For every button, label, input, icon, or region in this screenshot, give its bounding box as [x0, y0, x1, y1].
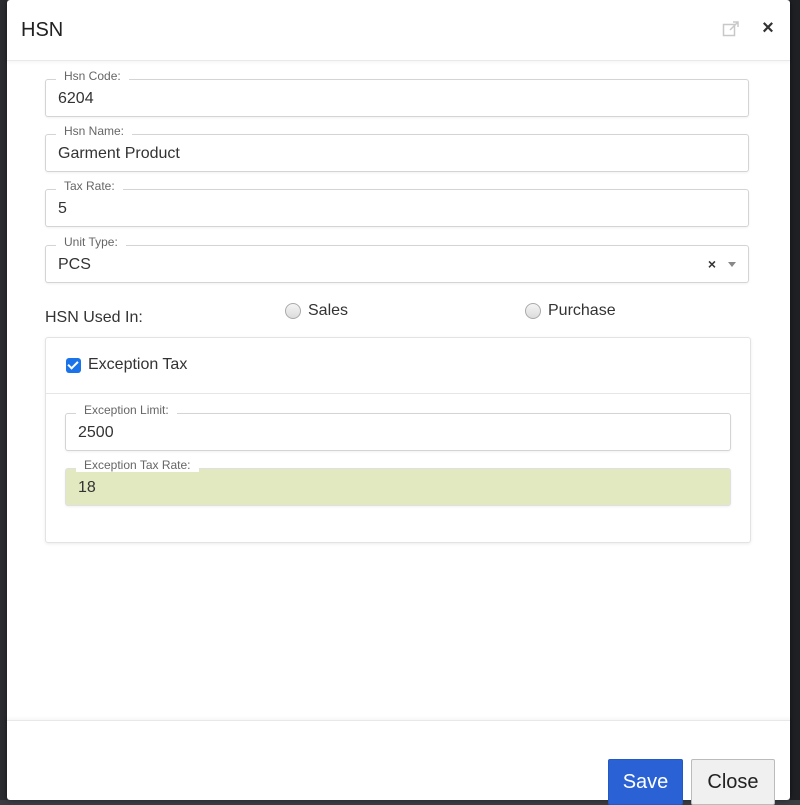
- save-button[interactable]: Save: [608, 759, 683, 805]
- hsn-code-value: 6204: [58, 90, 94, 107]
- hsn-used-in-label: HSN Used In:: [45, 309, 143, 326]
- exception-tax-rate-label: Exception Tax Rate:: [76, 458, 199, 472]
- chevron-down-icon[interactable]: [728, 262, 736, 267]
- backdrop-left: [0, 0, 7, 800]
- exception-limit-value: 2500: [78, 424, 114, 441]
- backdrop-right: [790, 0, 800, 800]
- unit-type-select[interactable]: Unit Type: PCS ×: [45, 235, 749, 283]
- sales-radio-label[interactable]: Sales: [308, 302, 348, 320]
- unit-type-value: PCS: [58, 256, 91, 273]
- tax-rate-value: 5: [58, 200, 67, 217]
- exception-tax-label[interactable]: Exception Tax: [88, 356, 187, 374]
- close-icon[interactable]: ×: [757, 17, 779, 39]
- hsn-name-label: Hsn Name:: [56, 124, 133, 138]
- modal-title: HSN: [21, 19, 64, 41]
- hsn-code-label: Hsn Code:: [56, 69, 129, 83]
- exception-limit-field[interactable]: Exception Limit: 2500: [65, 403, 731, 451]
- clear-selection-icon[interactable]: ×: [708, 256, 716, 272]
- purchase-radio[interactable]: [525, 303, 541, 319]
- modal-header: HSN ×: [7, 0, 790, 61]
- panel-divider: [46, 393, 750, 394]
- external-link-icon[interactable]: [722, 20, 740, 38]
- check-icon: [67, 358, 79, 370]
- hsn-name-value: Garment Product: [58, 145, 180, 162]
- exception-tax-rate-field[interactable]: Exception Tax Rate: 18: [65, 458, 731, 506]
- hsn-name-field[interactable]: Hsn Name: Garment Product: [45, 124, 749, 172]
- unit-type-label: Unit Type:: [56, 235, 126, 249]
- hsn-modal: HSN × Hsn Code: 6204 Hsn Name: Garment P…: [7, 0, 790, 805]
- modal-footer: Save Close: [7, 720, 790, 805]
- tax-rate-label: Tax Rate:: [56, 179, 123, 193]
- exception-tax-checkbox[interactable]: [66, 358, 81, 373]
- exception-limit-label: Exception Limit:: [76, 403, 177, 417]
- purchase-radio-label[interactable]: Purchase: [548, 302, 616, 320]
- hsn-code-field[interactable]: Hsn Code: 6204: [45, 69, 749, 117]
- sales-radio[interactable]: [285, 303, 301, 319]
- exception-tax-rate-value: 18: [78, 479, 96, 496]
- tax-rate-field[interactable]: Tax Rate: 5: [45, 179, 749, 227]
- close-button[interactable]: Close: [691, 759, 775, 805]
